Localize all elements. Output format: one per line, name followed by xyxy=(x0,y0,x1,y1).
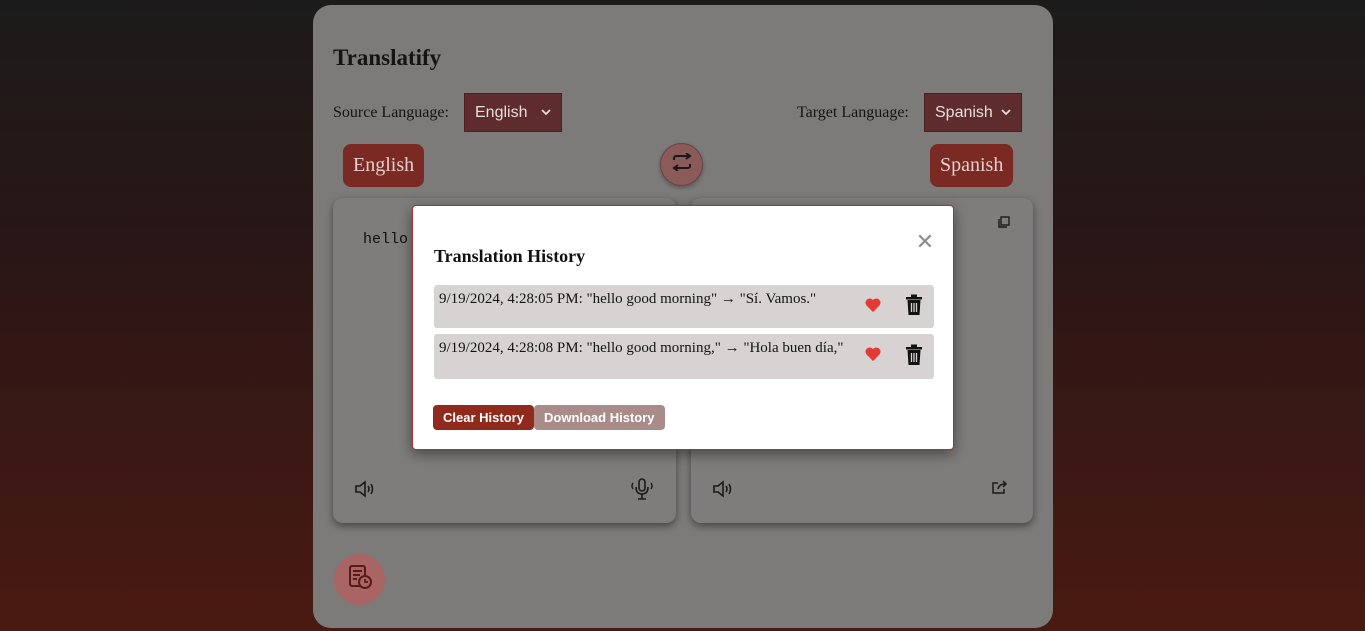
source-text-input[interactable]: hello xyxy=(363,231,408,248)
copy-icon[interactable] xyxy=(997,215,1011,229)
history-item-text: 9/19/2024, 4:28:08 PM: "hello good morni… xyxy=(439,340,844,356)
trash-icon[interactable] xyxy=(905,344,923,366)
history-icon xyxy=(347,564,373,595)
source-language-select[interactable]: English xyxy=(464,93,562,132)
download-history-button[interactable]: Download History xyxy=(534,405,665,430)
chevron-down-icon xyxy=(1001,107,1011,119)
target-language-value: Spanish xyxy=(935,103,993,121)
target-language-badge: Spanish xyxy=(930,144,1014,187)
swap-languages-button[interactable] xyxy=(660,143,703,186)
heart-icon[interactable] xyxy=(864,345,882,363)
microphone-icon[interactable] xyxy=(630,476,654,502)
history-item: 9/19/2024, 4:28:05 PM: "hello good morni… xyxy=(434,285,934,328)
heart-icon[interactable] xyxy=(864,296,882,314)
trash-icon[interactable] xyxy=(905,294,923,316)
target-language-label: Target Language: xyxy=(797,104,909,121)
close-icon[interactable]: ✕ xyxy=(913,230,937,255)
target-language-select[interactable]: Spanish xyxy=(924,93,1022,132)
swap-arrows-icon xyxy=(671,152,693,176)
share-icon[interactable] xyxy=(990,478,1010,496)
app-title: Translatify xyxy=(333,45,442,70)
modal-title: Translation History xyxy=(434,246,586,266)
source-language-badge: English xyxy=(343,144,425,187)
history-item: 9/19/2024, 4:28:08 PM: "hello good morni… xyxy=(434,334,934,379)
chevron-down-icon xyxy=(541,107,551,119)
history-button[interactable] xyxy=(334,554,385,605)
clear-history-button[interactable]: Clear History xyxy=(433,405,534,430)
source-language-value: English xyxy=(475,103,528,121)
history-item-text: 9/19/2024, 4:28:05 PM: "hello good morni… xyxy=(439,291,817,307)
speaker-icon[interactable] xyxy=(353,478,377,500)
translation-history-modal: Translation History ✕ 9/19/2024, 4:28:05… xyxy=(412,205,954,450)
source-language-label: Source Language: xyxy=(333,104,449,121)
speaker-icon[interactable] xyxy=(711,478,735,500)
